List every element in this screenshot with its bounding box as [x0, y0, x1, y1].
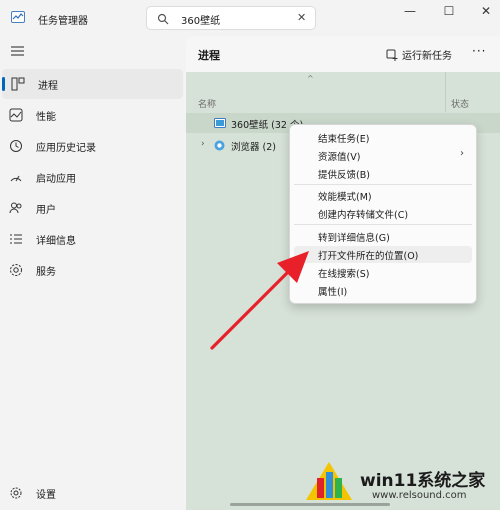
browser-icon	[214, 140, 225, 151]
sidebar-item-label: 启动应用	[36, 174, 76, 185]
menu-separator	[294, 224, 472, 225]
sidebar-item-settings[interactable]: 设置	[0, 478, 183, 508]
menu-item-go-to-details[interactable]: 转到详细信息(G)	[294, 228, 472, 245]
sort-caret-icon[interactable]: ^	[307, 74, 314, 83]
services-icon	[10, 264, 22, 276]
run-new-task-button[interactable]: 运行新任务	[386, 47, 452, 62]
menu-item-efficiency-mode[interactable]: 效能模式(M)	[294, 187, 472, 204]
search-value: 360壁纸	[181, 16, 221, 27]
users-icon	[9, 202, 22, 214]
sidebar-item-details[interactable]: 详细信息	[0, 224, 183, 254]
details-icon	[10, 234, 22, 244]
menu-item-dump-file[interactable]: 创建内存转储文件(C)	[294, 205, 472, 222]
performance-icon	[9, 108, 23, 122]
page-title: 进程	[198, 49, 220, 62]
sidebar-item-label: 应用历史记录	[36, 143, 96, 154]
sidebar-item-label: 进程	[38, 81, 58, 92]
sidebar-item-processes[interactable]: 进程	[2, 69, 183, 99]
startup-apps-icon	[10, 175, 22, 182]
sidebar-item-services[interactable]: 服务	[0, 255, 183, 285]
close-button[interactable]: ✕	[475, 4, 497, 20]
column-header-name[interactable]: 名称	[198, 97, 216, 110]
column-header-status[interactable]: 状态	[451, 97, 469, 110]
search-input[interactable]: 360壁纸 ✕	[146, 6, 316, 30]
minimize-button[interactable]: —	[399, 4, 421, 20]
task-manager-icon	[11, 11, 25, 23]
sidebar-item-app-history[interactable]: 应用历史记录	[0, 131, 183, 161]
watermark-logo-icon	[306, 462, 352, 500]
menu-item-search-online[interactable]: 在线搜索(S)	[294, 264, 472, 281]
sidebar-item-label: 详细信息	[36, 236, 76, 247]
context-menu: 结束任务(E) 资源值(V) › 提供反馈(B) 效能模式(M) 创建内存转储文件…	[289, 124, 477, 304]
column-divider	[445, 72, 446, 112]
expand-chevron-icon[interactable]: ›	[201, 139, 205, 149]
app-history-icon	[10, 140, 22, 152]
menu-item-feedback[interactable]: 提供反馈(B)	[294, 165, 472, 182]
menu-item-resource-values[interactable]: 资源值(V) ›	[294, 147, 472, 164]
sidebar-item-performance[interactable]: 性能	[0, 100, 183, 130]
app-title: 任务管理器	[38, 16, 88, 27]
search-icon	[157, 13, 169, 25]
clear-search-icon[interactable]: ✕	[297, 11, 306, 24]
menu-item-label: 转到详细信息(G)	[318, 233, 390, 244]
menu-item-open-file-location[interactable]: 打开文件所在的位置(O)	[294, 246, 472, 263]
menu-item-end-task[interactable]: 结束任务(E)	[294, 129, 472, 146]
processes-icon	[11, 77, 25, 91]
menu-item-properties[interactable]: 属性(I)	[294, 282, 472, 299]
sidebar-item-label: 用户	[36, 205, 56, 216]
watermark-url: www.relsound.com	[372, 490, 467, 501]
menu-item-label: 提供反馈(B)	[318, 170, 370, 181]
submenu-chevron-icon: ›	[460, 148, 464, 159]
active-indicator	[2, 77, 5, 91]
wallpaper-app-icon	[214, 118, 226, 128]
settings-icon	[10, 487, 22, 499]
watermark-text: win11系统之家	[360, 471, 486, 491]
sidebar-item-startup-apps[interactable]: 启动应用	[0, 162, 183, 192]
sidebar-item-label: 服务	[36, 267, 56, 278]
maximize-button[interactable]: ☐	[438, 4, 460, 20]
menu-item-label: 属性(I)	[318, 287, 348, 298]
main-header	[186, 36, 500, 72]
annotation-arrow-icon	[210, 251, 309, 350]
menu-separator	[294, 184, 472, 185]
menu-item-label: 效能模式(M)	[318, 192, 372, 203]
run-task-icon	[386, 49, 398, 61]
menu-item-label: 在线搜索(S)	[318, 269, 370, 280]
watermark: win11系统之家 www.relsound.com	[300, 456, 500, 510]
sidebar-item-label: 性能	[36, 112, 56, 123]
menu-item-label: 打开文件所在的位置(O)	[318, 251, 419, 262]
process-name: 浏览器 (2)	[231, 142, 276, 153]
menu-icon[interactable]	[11, 46, 24, 56]
more-options-button[interactable]: ···	[472, 44, 486, 58]
menu-item-label: 创建内存转储文件(C)	[318, 210, 409, 221]
menu-item-label: 结束任务(E)	[318, 134, 370, 145]
run-task-label: 运行新任务	[402, 51, 452, 62]
sidebar-item-users[interactable]: 用户	[0, 193, 183, 223]
menu-item-label: 资源值(V)	[318, 152, 361, 163]
sidebar-item-label: 设置	[36, 490, 56, 501]
